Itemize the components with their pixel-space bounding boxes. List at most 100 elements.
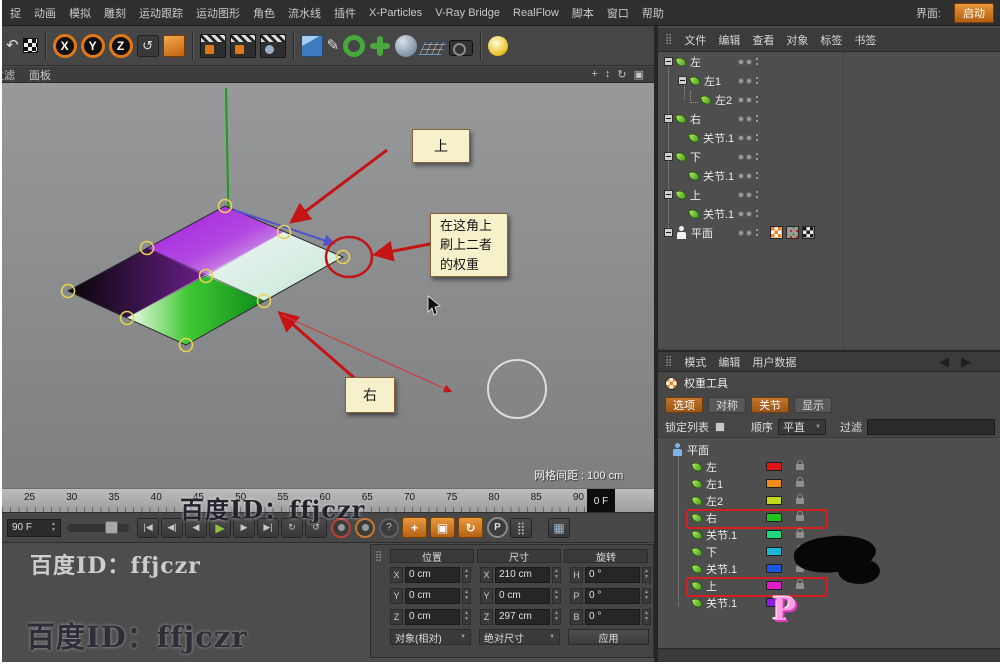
- joint-color-swatch[interactable]: [766, 496, 782, 505]
- history-back-icon[interactable]: ◀: [939, 354, 949, 370]
- om-menu-bookmarks[interactable]: 书签: [854, 32, 876, 48]
- object-row-joint[interactable]: 关节.1: [658, 204, 1000, 223]
- menu-item-script[interactable]: 脚本: [572, 5, 594, 21]
- menu-item-sculpt[interactable]: 雕刻: [104, 5, 126, 21]
- menu-item-character[interactable]: 角色: [253, 5, 275, 21]
- weight-list-root-plane[interactable]: 平面: [658, 441, 1000, 458]
- visibility-dots[interactable]: [738, 95, 759, 105]
- menu-item-simulate[interactable]: 模拟: [69, 5, 91, 21]
- menu-item-help[interactable]: 帮助: [642, 5, 664, 21]
- menu-item-xparticles[interactable]: X-Particles: [369, 7, 422, 19]
- texture-tag-icon[interactable]: [802, 226, 815, 239]
- render-settings-button[interactable]: [259, 33, 286, 58]
- pos-z-spinner[interactable]: ▲ ▼: [462, 608, 471, 625]
- joint-color-swatch[interactable]: [766, 513, 782, 522]
- viewport-canvas[interactable]: [2, 83, 654, 488]
- joint-color-swatch[interactable]: [766, 479, 782, 488]
- undo-icon[interactable]: ↶: [6, 38, 19, 53]
- render-view-button[interactable]: [199, 33, 226, 58]
- add-generator-button[interactable]: [343, 34, 366, 57]
- viewport-layout-button[interactable]: ▦: [548, 517, 570, 538]
- rot-b-field[interactable]: 0 °: [585, 608, 640, 625]
- weight-list-item-highlighted[interactable]: 上: [658, 577, 1000, 597]
- parent-coord-button[interactable]: P: [487, 517, 508, 538]
- viewport-menu-filter[interactable]: 过滤: [2, 67, 15, 83]
- rot-p-spinner[interactable]: ▲ ▼: [642, 587, 651, 604]
- viewport-pan-icon[interactable]: +: [591, 68, 597, 81]
- menu-item-mograph[interactable]: 运动图形: [196, 5, 240, 21]
- coord-mode-dropdown[interactable]: 对象(相对) ▼: [390, 629, 472, 645]
- lock-x-axis-button[interactable]: X: [52, 33, 77, 58]
- tab-options[interactable]: 选项: [665, 397, 703, 413]
- weight-list-item[interactable]: 关节.1: [658, 594, 1000, 611]
- size-z-spinner[interactable]: ▲ ▼: [552, 608, 561, 625]
- help-button[interactable]: ?: [379, 517, 399, 538]
- expand-toggle[interactable]: [678, 76, 687, 85]
- apply-button[interactable]: 应用: [568, 629, 649, 645]
- size-x-field[interactable]: 210 cm: [495, 566, 550, 583]
- play-button[interactable]: ▶: [209, 517, 231, 538]
- menu-item-plugins[interactable]: 插件: [334, 5, 356, 21]
- lock-list-checkbox[interactable]: [715, 421, 725, 432]
- object-row-left1[interactable]: 左1: [658, 71, 1000, 90]
- visibility-dots[interactable]: [738, 171, 759, 181]
- timeline-slider[interactable]: [67, 520, 129, 534]
- menu-item-pipeline[interactable]: 流水线: [288, 5, 321, 21]
- timeline-ruler[interactable]: 25 30 35 40 45 50 55 60 65 70 75 80 85 90 0 F: [2, 488, 654, 513]
- weight-list-item[interactable]: 左1: [658, 475, 1000, 492]
- loop-mode-button[interactable]: ↻: [281, 517, 303, 538]
- texture-checker-icon[interactable]: [22, 38, 38, 53]
- lock-z-axis-button[interactable]: Z: [108, 33, 133, 58]
- visibility-dots[interactable]: [738, 209, 759, 219]
- joint-color-swatch[interactable]: [766, 547, 782, 556]
- size-z-field[interactable]: 297 cm: [495, 608, 550, 625]
- history-forward-icon[interactable]: ▶: [961, 354, 971, 370]
- viewport[interactable]: 上 在这角上刷上二者的权重 右 网格间距 : 100 cm: [2, 83, 654, 488]
- order-dropdown[interactable]: 平直 ▼: [778, 418, 826, 435]
- joint-color-swatch[interactable]: [766, 598, 782, 607]
- rot-b-spinner[interactable]: ▲ ▼: [642, 608, 651, 625]
- environment-button[interactable]: [395, 34, 418, 57]
- expand-toggle[interactable]: [664, 190, 673, 199]
- menu-item-realflow[interactable]: RealFlow: [513, 7, 559, 19]
- pos-x-spinner[interactable]: ▲ ▼: [462, 566, 471, 583]
- size-y-spinner[interactable]: ▲ ▼: [552, 587, 561, 604]
- next-frame-button[interactable]: ▶: [233, 517, 255, 538]
- pen-spline-tool[interactable]: ✎: [327, 38, 340, 53]
- viewport-dolly-icon[interactable]: ↕: [605, 68, 611, 81]
- tab-display[interactable]: 显示: [794, 397, 832, 413]
- viewport-maximize-icon[interactable]: ▣: [634, 68, 644, 81]
- joint-color-swatch[interactable]: [766, 530, 782, 539]
- joint-color-swatch[interactable]: [766, 564, 782, 573]
- viewport-orbit-icon[interactable]: ↻: [617, 68, 626, 81]
- pos-z-field[interactable]: 0 cm: [405, 608, 460, 625]
- menu-item-motion-tracker[interactable]: 运动跟踪: [139, 5, 183, 21]
- om-menu-edit[interactable]: 编辑: [718, 32, 740, 48]
- expand-toggle[interactable]: [664, 114, 673, 123]
- goto-start-button[interactable]: |◀: [137, 517, 159, 538]
- prev-frame-button[interactable]: ◀: [185, 517, 207, 538]
- weight-list-item[interactable]: 左: [658, 458, 1000, 475]
- playback-mode-button[interactable]: ↺: [305, 517, 327, 538]
- menu-item[interactable]: 捉: [10, 5, 21, 21]
- object-row-left[interactable]: 左: [658, 52, 1000, 71]
- expand-toggle[interactable]: [664, 152, 673, 161]
- lock-icon[interactable]: [796, 494, 804, 504]
- goto-end-button[interactable]: ▶|: [257, 517, 279, 538]
- current-frame-indicator[interactable]: 0 F: [587, 489, 615, 513]
- object-row-joint[interactable]: 关节.1: [658, 128, 1000, 147]
- visibility-dots[interactable]: [738, 133, 759, 143]
- weight-tag-icon[interactable]: [786, 226, 799, 239]
- lock-icon[interactable]: [796, 579, 804, 589]
- lock-y-axis-button[interactable]: Y: [80, 33, 105, 58]
- visibility-dots[interactable]: [738, 190, 759, 200]
- visibility-dots[interactable]: [738, 114, 759, 124]
- lock-icon[interactable]: [796, 511, 804, 521]
- autokey-button[interactable]: [355, 517, 375, 538]
- expand-toggle[interactable]: [664, 57, 673, 66]
- om-menu-object[interactable]: 对象: [786, 32, 808, 48]
- size-y-field[interactable]: 0 cm: [495, 587, 550, 604]
- rot-h-field[interactable]: 0 °: [585, 566, 640, 583]
- add-light-button[interactable]: [488, 35, 509, 56]
- end-frame-field[interactable]: 90 F ▲ ▼: [7, 518, 61, 537]
